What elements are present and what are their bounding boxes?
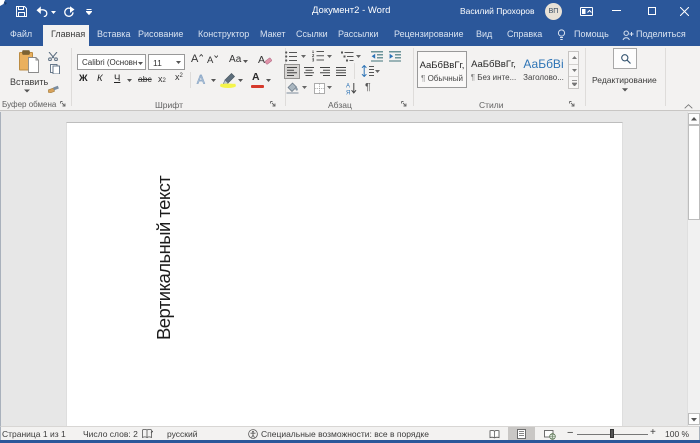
- svg-text:А: А: [346, 84, 350, 90]
- svg-text:А: А: [258, 54, 265, 66]
- svg-text:Я: Я: [346, 91, 350, 96]
- svg-text:А: А: [197, 75, 205, 87]
